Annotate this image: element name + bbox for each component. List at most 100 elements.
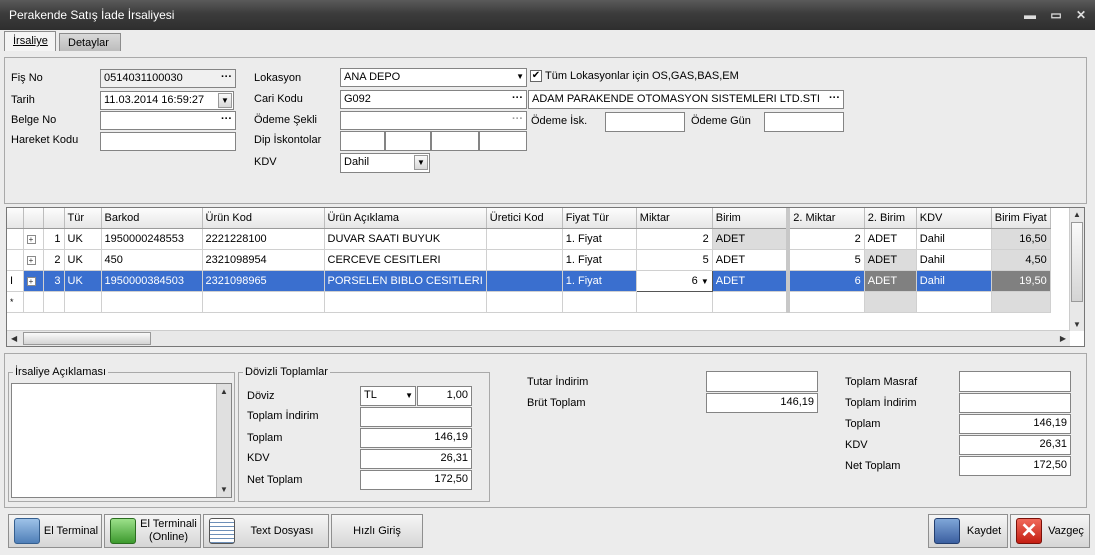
items-table: Tür Barkod Ürün Kod Ürün Açıklama Üretic…: [7, 208, 1051, 313]
col-header[interactable]: Tür: [64, 208, 102, 229]
items-grid[interactable]: Tür Barkod Ürün Kod Ürün Açıklama Üretic…: [6, 207, 1085, 347]
dovizli-toplam-field: 146,19: [360, 428, 472, 448]
expand-icon[interactable]: +: [26, 234, 36, 244]
scroll-thumb[interactable]: [1071, 222, 1083, 302]
save-icon: [934, 518, 960, 544]
table-row[interactable]: + 1 UK 1950000248553 2221228100 DUVAR SA…: [7, 228, 1051, 250]
col-header[interactable]: KDV: [916, 208, 992, 229]
cari-kodu-label: Cari Kodu: [254, 93, 303, 105]
odeme-sekli-field[interactable]: ···: [340, 111, 527, 130]
col-header[interactable]: Miktar: [636, 208, 713, 229]
text-file-icon: [209, 518, 235, 544]
toplam-field: 146,19: [959, 414, 1071, 434]
col-header[interactable]: Üretici Kod: [486, 208, 563, 229]
miktar-editor[interactable]: 6 ▼: [635, 269, 713, 292]
dip-iskonto-1[interactable]: [340, 131, 385, 151]
scroll-up-icon[interactable]: ▲: [220, 387, 228, 396]
chevron-down-icon[interactable]: ▼: [701, 277, 709, 286]
col-header[interactable]: 2. Birim: [864, 208, 917, 229]
kdv-label: KDV: [254, 156, 277, 168]
dovizli-toplam-indirim-field[interactable]: [360, 407, 472, 427]
brut-toplam-field: 146,19: [706, 393, 818, 413]
expand-icon[interactable]: +: [26, 255, 36, 265]
brut-toplam-label: Brüt Toplam: [527, 397, 586, 409]
hizli-giris-button[interactable]: Hızlı Giriş: [331, 514, 423, 548]
doviz-select[interactable]: TL ▼: [360, 386, 416, 406]
maximize-icon[interactable]: ▭: [1048, 8, 1064, 22]
belge-no-field[interactable]: ···: [100, 111, 236, 130]
hareket-kodu-label: Hareket Kodu: [11, 134, 79, 146]
col-header[interactable]: Birim: [712, 208, 791, 229]
kdv-select[interactable]: Dahil ▼: [340, 153, 430, 173]
hareket-kodu-field[interactable]: [100, 132, 236, 151]
col-header[interactable]: Ürün Kod: [202, 208, 325, 229]
chevron-down-icon[interactable]: ▼: [218, 93, 232, 108]
handheld-online-icon: [110, 518, 136, 544]
ellipsis-icon[interactable]: ···: [221, 113, 232, 125]
cari-adi-field[interactable]: ADAM PARAKENDE OTOMASYON SISTEMLERI LTD.…: [528, 90, 844, 109]
odeme-isk-field[interactable]: [605, 112, 685, 132]
col-header[interactable]: [43, 208, 65, 229]
col-header[interactable]: Birim Fiyat: [991, 208, 1051, 229]
tutar-indirim-label: Tutar İndirim: [527, 376, 589, 388]
col-header[interactable]: Fiyat Tür: [562, 208, 637, 229]
odeme-gun-label: Ödeme Gün: [691, 115, 751, 127]
tarih-field[interactable]: 11.03.2014 16:59:27 ▼: [100, 91, 234, 110]
odeme-gun-field[interactable]: [764, 112, 844, 132]
chevron-down-icon[interactable]: ▼: [414, 155, 428, 170]
odeme-isk-label: Ödeme İsk.: [531, 115, 588, 127]
col-header[interactable]: Barkod: [101, 208, 203, 229]
lokasyon-select[interactable]: ANA DEPO ▼: [340, 68, 527, 87]
dovizli-kdv-label: KDV: [247, 452, 270, 464]
kaydet-button[interactable]: Kaydet: [928, 514, 1008, 548]
expand-icon[interactable]: +: [26, 276, 36, 286]
scroll-down-icon[interactable]: ▼: [220, 485, 228, 494]
minimize-icon[interactable]: ▬: [1022, 8, 1038, 22]
dovizli-kdv-field: 26,31: [360, 449, 472, 469]
chevron-down-icon[interactable]: ▼: [516, 72, 524, 81]
dip-iskonto-2[interactable]: [385, 131, 431, 151]
tab-detaylar[interactable]: Detaylar: [59, 33, 121, 51]
tum-lokasyonlar-checkbox[interactable]: ✔: [530, 70, 542, 82]
new-row[interactable]: *: [7, 291, 1051, 313]
ellipsis-icon[interactable]: ···: [512, 113, 523, 125]
toplam-masraf-field[interactable]: [959, 371, 1071, 392]
scroll-right-icon[interactable]: ▶: [1060, 334, 1066, 343]
textarea-scrollbar[interactable]: ▲ ▼: [216, 384, 231, 497]
aciklama-textarea[interactable]: ▲ ▼: [11, 383, 232, 498]
ellipsis-icon[interactable]: ···: [829, 92, 840, 104]
close-icon[interactable]: ✕: [1073, 8, 1089, 22]
col-header[interactable]: Ürün Açıklama: [324, 208, 487, 229]
table-row-selected[interactable]: I + 3 UK 1950000384503 2321098965 PORSEL…: [7, 269, 1051, 292]
cari-kodu-field[interactable]: G092 ···: [340, 90, 527, 109]
text-dosyasi-button[interactable]: Text Dosyası: [203, 514, 329, 548]
vazgec-button[interactable]: ✕ Vazgeç: [1010, 514, 1090, 548]
el-terminal-button[interactable]: El Terminal: [8, 514, 102, 548]
tutar-indirim-field[interactable]: [706, 371, 818, 392]
dovizli-toplam-indirim-label: Toplam İndirim: [247, 410, 319, 422]
scroll-left-icon[interactable]: ◀: [11, 334, 17, 343]
ellipsis-icon[interactable]: ···: [512, 92, 523, 104]
el-terminal-online-button[interactable]: El Terminali (Online): [104, 514, 201, 548]
scroll-down-icon[interactable]: ▼: [1073, 320, 1081, 329]
scroll-thumb[interactable]: [23, 332, 151, 345]
fis-no-label: Fiş No: [11, 72, 43, 84]
chevron-down-icon[interactable]: ▼: [405, 391, 413, 400]
handheld-terminal-icon: [14, 518, 40, 544]
col-header[interactable]: 2. Miktar: [788, 208, 865, 229]
dip-iskonto-3[interactable]: [431, 131, 479, 151]
toplam-indirim-field[interactable]: [959, 393, 1071, 413]
net-toplam-field: 172,50: [959, 456, 1071, 476]
scroll-up-icon[interactable]: ▲: [1073, 210, 1081, 219]
fis-no-field[interactable]: 0514031100030 ···: [100, 69, 236, 88]
table-row[interactable]: + 2 UK 450 2321098954 CERCEVE CESITLERI …: [7, 249, 1051, 271]
dip-iskonto-4[interactable]: [479, 131, 527, 151]
grid-vertical-scrollbar[interactable]: ▲ ▼: [1069, 208, 1084, 331]
tab-irsaliye[interactable]: İrsaliye: [4, 31, 56, 51]
ellipsis-icon[interactable]: ···: [221, 71, 232, 83]
tarih-label: Tarih: [11, 94, 35, 106]
window-title: Perakende Satış İade İrsaliyesi: [9, 8, 175, 22]
grid-horizontal-scrollbar[interactable]: ◀ ▶: [7, 330, 1070, 346]
doviz-kur-field[interactable]: 1,00: [417, 386, 472, 406]
grid-header-row: Tür Barkod Ürün Kod Ürün Açıklama Üretic…: [7, 208, 1051, 229]
